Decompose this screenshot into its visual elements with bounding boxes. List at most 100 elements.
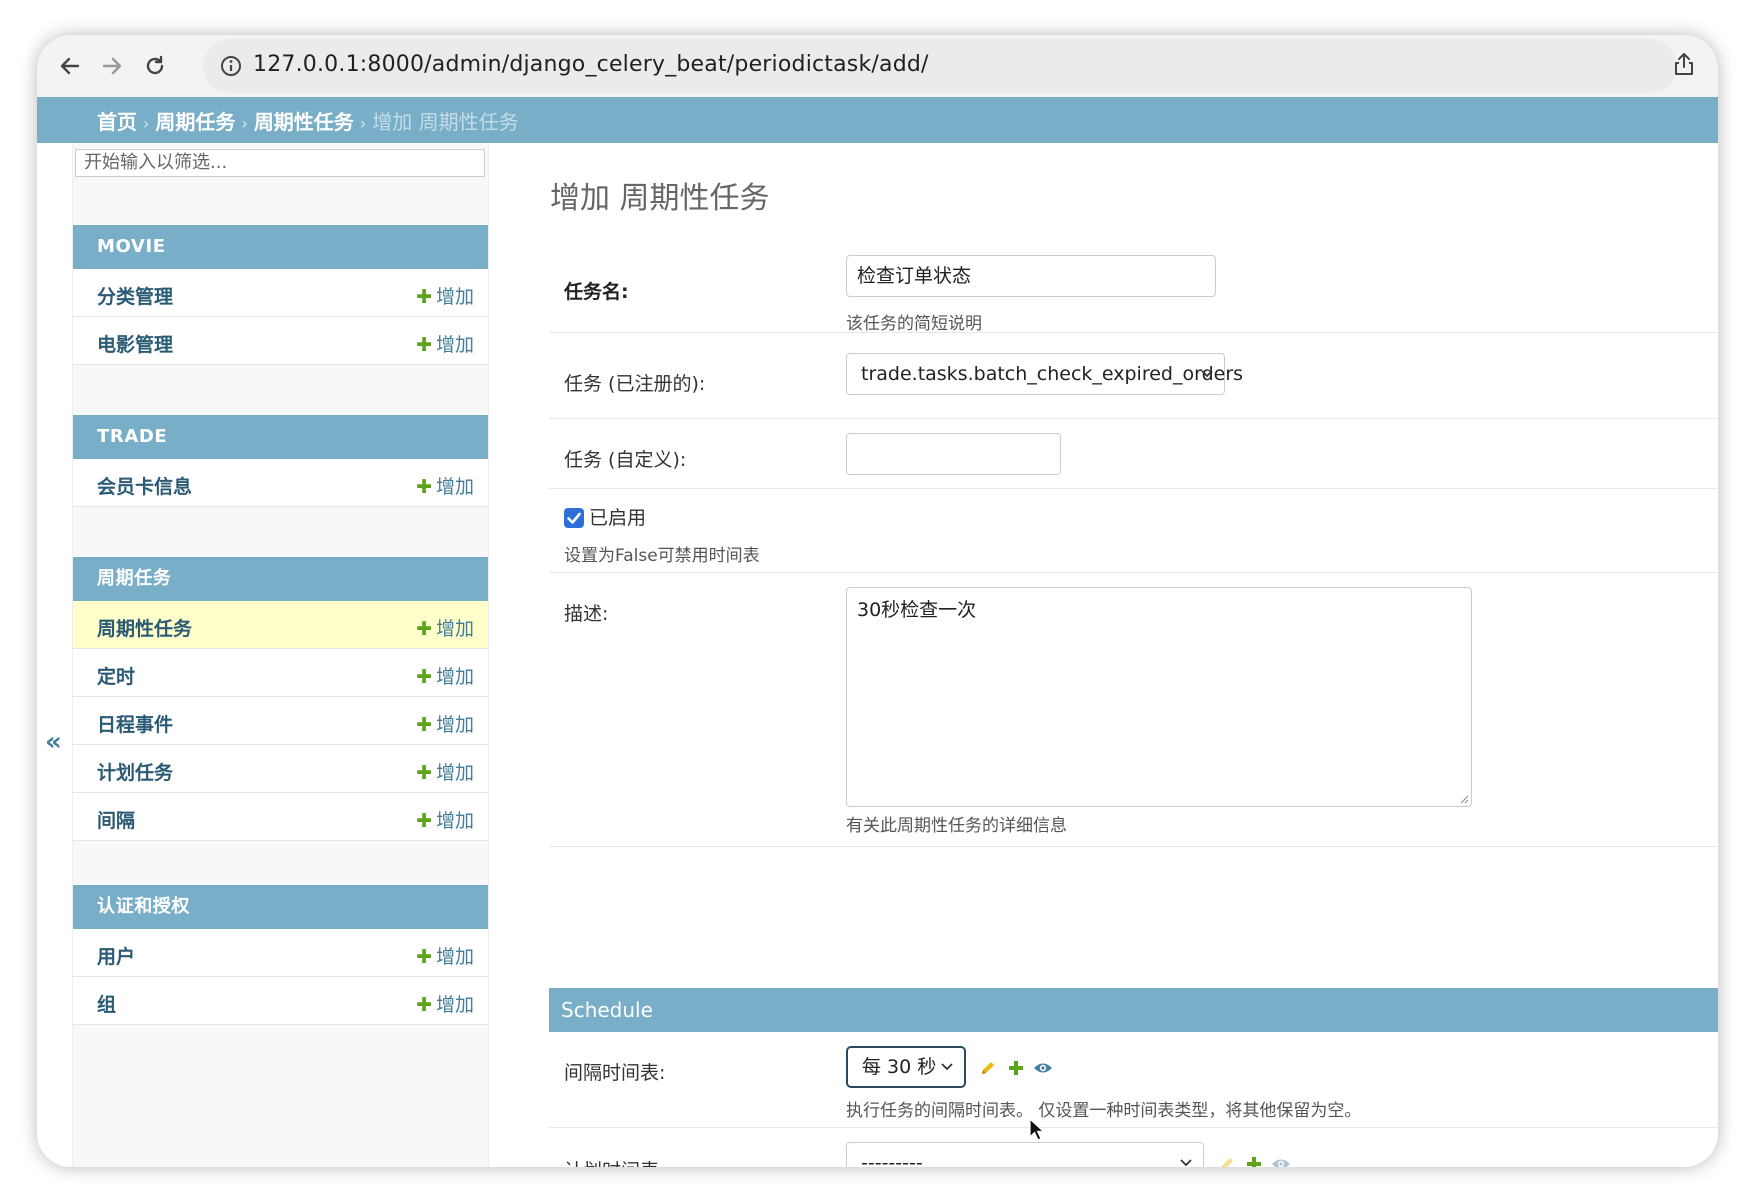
task-custom-input[interactable] xyxy=(846,433,1061,475)
add-link[interactable]: ✚ 增加 xyxy=(416,662,474,689)
form-row-task-custom: 任务 (自定义): xyxy=(549,419,1718,489)
module-header-periodic-tasks[interactable]: 周期任务 xyxy=(73,557,488,601)
sidebar-item-label[interactable]: 周期性任务 xyxy=(97,614,192,641)
sidebar-item-interval[interactable]: 间隔 ✚ 增加 xyxy=(73,793,488,841)
page-title: 增加 周期性任务 xyxy=(550,181,770,216)
task-registered-select[interactable]: trade.tasks.batch_check_expired_orders xyxy=(846,353,1243,395)
add-link[interactable]: ✚ 增加 xyxy=(416,710,474,737)
enabled-label[interactable]: 已启用 xyxy=(589,503,646,530)
collapse-sidebar-button[interactable]: « xyxy=(45,727,62,757)
breadcrumb: 首页 › 周期任务 › 周期性任务 › 增加 周期性任务 xyxy=(37,97,1718,143)
sidebar-item-membership-card[interactable]: 会员卡信息 ✚ 增加 xyxy=(73,459,488,507)
add-link[interactable]: ✚ 增加 xyxy=(416,990,474,1017)
nav-sidebar: « 开始输入以筛选... MOVIE 分类管理 ✚ 增加 电影管理 ✚ 增加 TRA… xyxy=(37,143,489,1167)
address-bar[interactable]: 127.0.0.1:8000/admin/django_celery_beat/… xyxy=(203,39,1677,93)
plus-icon: ✚ xyxy=(416,476,432,498)
enabled-help-text: 设置为False可禁用时间表 xyxy=(564,546,760,566)
back-button[interactable] xyxy=(53,49,87,83)
crontab-value: --------- xyxy=(861,1152,923,1167)
add-link[interactable]: ✚ 增加 xyxy=(416,806,474,833)
share-button[interactable] xyxy=(1673,51,1695,81)
edit-pencil-icon[interactable] xyxy=(1218,1155,1236,1167)
description-textarea[interactable]: 30秒检查一次 xyxy=(846,587,1472,807)
plus-icon: ✚ xyxy=(416,946,432,968)
module-header-movie[interactable]: MOVIE xyxy=(73,225,488,269)
forward-button[interactable] xyxy=(95,49,129,83)
form-row-interval: 间隔时间表: 每 30 秒 执行任务的间隔时间表。 仅设置一种时间表类型，将其他… xyxy=(549,1032,1718,1141)
sidebar-item-label[interactable]: 电影管理 xyxy=(97,330,173,357)
view-eye-icon[interactable] xyxy=(1271,1156,1291,1167)
sidebar-item-label[interactable]: 定时 xyxy=(97,662,135,689)
sidebar-item-clocked[interactable]: 定时 ✚ 增加 xyxy=(73,649,488,697)
plus-icon: ✚ xyxy=(416,714,432,736)
plus-icon: ✚ xyxy=(416,618,432,640)
sidebar-nav: 开始输入以筛选... MOVIE 分类管理 ✚ 增加 电影管理 ✚ 增加 TRADE… xyxy=(72,143,489,1167)
add-link[interactable]: ✚ 增加 xyxy=(416,614,474,641)
resize-handle-icon[interactable] xyxy=(1459,794,1469,804)
forward-arrow-icon xyxy=(102,57,122,75)
sidebar-item-label[interactable]: 间隔 xyxy=(97,806,135,833)
url-text[interactable]: 127.0.0.1:8000/admin/django_celery_beat/… xyxy=(253,52,929,77)
sidebar-item-label[interactable]: 日程事件 xyxy=(97,710,173,737)
add-link[interactable]: ✚ 增加 xyxy=(416,942,474,969)
crontab-label: 计划时间表: xyxy=(564,1156,665,1167)
sidebar-item-label[interactable]: 会员卡信息 xyxy=(97,472,192,499)
sidebar-item-label[interactable]: 计划任务 xyxy=(97,758,173,785)
sidebar-item-label[interactable]: 组 xyxy=(97,990,116,1017)
add-link[interactable]: ✚ 增加 xyxy=(416,282,474,309)
enabled-checkbox[interactable] xyxy=(564,508,584,528)
sidebar-item-movie[interactable]: 电影管理 ✚ 增加 xyxy=(73,317,488,365)
sidebar-item-category[interactable]: 分类管理 ✚ 增加 xyxy=(73,269,488,317)
back-arrow-icon xyxy=(60,57,80,75)
description-label: 描述: xyxy=(564,603,609,625)
site-info-icon[interactable] xyxy=(219,54,243,78)
breadcrumb-home-link[interactable]: 首页 xyxy=(97,110,137,134)
sidebar-item-crontab[interactable]: 计划任务 ✚ 增加 xyxy=(73,745,488,793)
module-header-auth[interactable]: 认证和授权 xyxy=(73,885,488,929)
edit-pencil-icon[interactable] xyxy=(979,1059,997,1077)
chevron-down-icon xyxy=(1180,1159,1192,1167)
sidebar-item-groups[interactable]: 组 ✚ 增加 xyxy=(73,977,488,1025)
plus-icon: ✚ xyxy=(416,286,432,308)
breadcrumb-separator: › xyxy=(241,114,248,133)
interval-select[interactable]: 每 30 秒 xyxy=(846,1046,966,1088)
add-link[interactable]: ✚ 增加 xyxy=(416,758,474,785)
add-plus-icon[interactable] xyxy=(1245,1155,1263,1167)
interval-label: 间隔时间表: xyxy=(564,1062,666,1084)
breadcrumb-app-link[interactable]: 周期任务 xyxy=(155,110,235,134)
plus-icon: ✚ xyxy=(416,994,432,1016)
breadcrumb-model-link[interactable]: 周期性任务 xyxy=(254,110,354,134)
description-value: 30秒检查一次 xyxy=(857,599,977,621)
reload-button[interactable] xyxy=(138,49,172,83)
crontab-select[interactable]: --------- xyxy=(846,1142,1204,1167)
interval-help-text: 执行任务的间隔时间表。 仅设置一种时间表类型，将其他保留为空。 xyxy=(846,1101,1362,1121)
chevron-down-icon xyxy=(1201,370,1213,378)
form-row-name: 任务名: 检查订单状态 该任务的简短说明 xyxy=(549,231,1718,334)
plus-icon: ✚ xyxy=(416,762,432,784)
browser-toolbar: 127.0.0.1:8000/admin/django_celery_beat/… xyxy=(37,35,1718,97)
add-link[interactable]: ✚ 增加 xyxy=(416,472,474,499)
task-registered-label: 任务 (已注册的): xyxy=(564,373,706,395)
module-header-trade[interactable]: TRADE xyxy=(73,415,488,459)
chevron-down-icon xyxy=(941,1063,953,1071)
interval-value: 每 30 秒 xyxy=(862,1056,937,1078)
form-row-crontab: 计划时间表: --------- xyxy=(549,1128,1718,1167)
breadcrumb-separator: › xyxy=(359,114,367,133)
name-input[interactable]: 检查订单状态 xyxy=(846,255,1216,297)
sidebar-collapse-strip[interactable]: « xyxy=(37,143,73,1167)
task-custom-label: 任务 (自定义): xyxy=(564,449,687,471)
share-icon xyxy=(1675,53,1693,75)
sidebar-item-users[interactable]: 用户 ✚ 增加 xyxy=(73,929,488,977)
plus-icon: ✚ xyxy=(416,666,432,688)
sidebar-item-label[interactable]: 用户 xyxy=(97,942,135,969)
schedule-section-header: Schedule xyxy=(549,988,1718,1032)
view-eye-icon[interactable] xyxy=(1033,1060,1053,1076)
form-row-enabled: 已启用 设置为False可禁用时间表 xyxy=(549,489,1718,573)
plus-icon: ✚ xyxy=(416,810,432,832)
sidebar-item-solar-event[interactable]: 日程事件 ✚ 增加 xyxy=(73,697,488,745)
sidebar-item-label[interactable]: 分类管理 xyxy=(97,282,173,309)
sidebar-item-periodic-task[interactable]: 周期性任务 ✚ 增加 xyxy=(73,601,488,649)
add-plus-icon[interactable] xyxy=(1007,1059,1025,1077)
add-link[interactable]: ✚ 增加 xyxy=(416,330,474,357)
sidebar-filter-input[interactable]: 开始输入以筛选... xyxy=(75,149,485,177)
